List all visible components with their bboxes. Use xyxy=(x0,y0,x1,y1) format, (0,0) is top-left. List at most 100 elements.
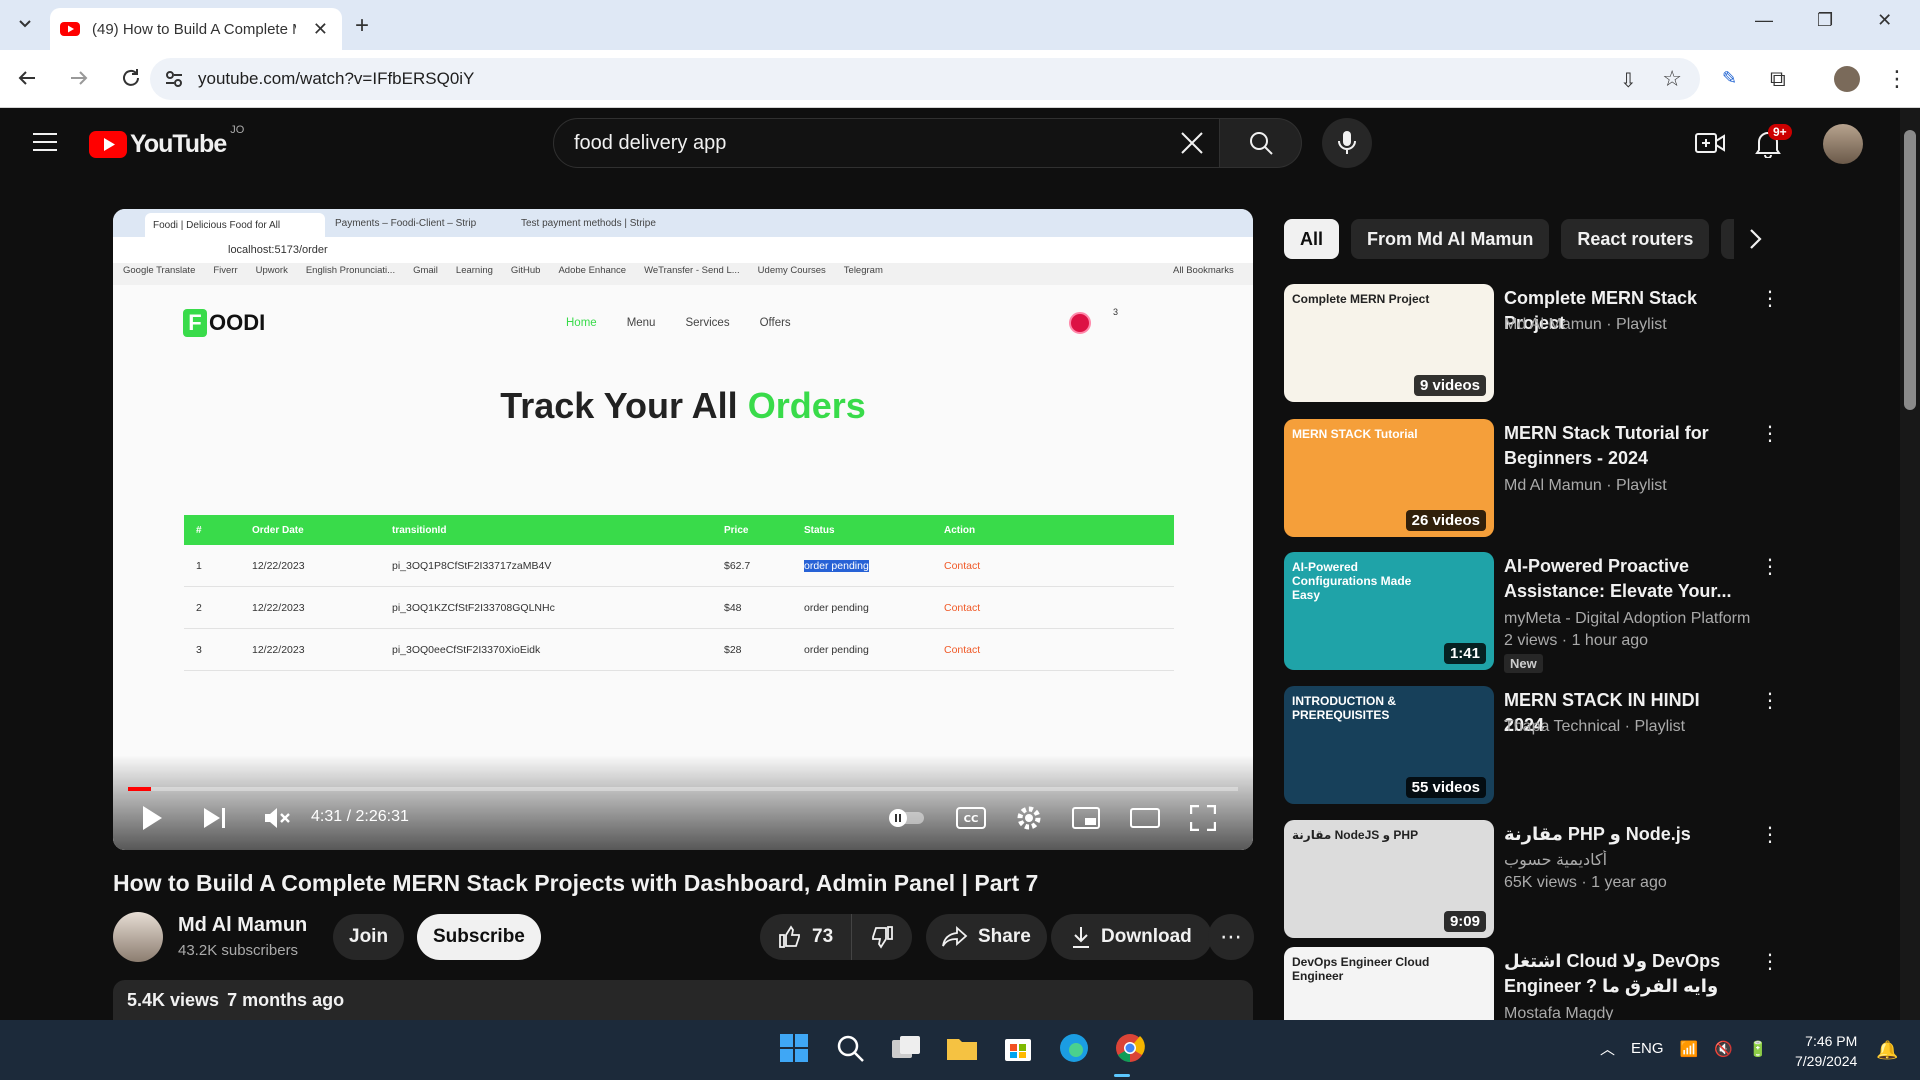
address-bar[interactable]: youtube.com/watch?v=IFfbERSQ0iY ☆ xyxy=(150,58,1700,100)
wifi-icon[interactable]: 📶 xyxy=(1680,1040,1699,1058)
recommendation-channel[interactable]: Md Al Mamun · Playlist xyxy=(1504,314,1764,336)
forward-icon[interactable] xyxy=(68,67,90,89)
recommendation-thumbnail[interactable]: AI-Powered Configurations Made Easy 1:41 xyxy=(1284,552,1494,670)
youtube-logo[interactable]: YouTube JO xyxy=(89,124,244,159)
bookmark-star-icon[interactable]: ☆ xyxy=(1662,66,1682,92)
taskbar-search-icon[interactable] xyxy=(832,1030,868,1066)
chrome-browser-icon[interactable] xyxy=(1112,1030,1148,1066)
recommendation-item[interactable]: DevOps Engineer Cloud Engineer اشتغل Clou… xyxy=(1284,947,1774,1020)
video-player[interactable]: Foodi | Delicious Food for All Payments … xyxy=(113,209,1253,850)
more-actions-button[interactable]: ⋯ xyxy=(1208,914,1254,960)
chip-more[interactable]: Ap xyxy=(1721,219,1734,259)
recommendation-channel[interactable]: Mostafa Magdy xyxy=(1504,1003,1764,1020)
autoplay-toggle-icon[interactable] xyxy=(888,808,926,828)
chip-from-channel[interactable]: From Md Al Mamun xyxy=(1351,219,1550,259)
clear-search-icon[interactable] xyxy=(1179,130,1205,156)
more-vertical-icon[interactable]: ⋮ xyxy=(1760,822,1774,847)
tab-close-icon[interactable]: ✕ xyxy=(313,19,328,40)
pen-icon[interactable]: ✎ xyxy=(1722,68,1737,89)
more-vertical-icon[interactable]: ⋮ xyxy=(1760,688,1774,713)
chips-next-button[interactable] xyxy=(1748,228,1762,250)
fullscreen-icon[interactable] xyxy=(1190,805,1216,831)
recommendation-item[interactable]: Complete MERN Project 9 videos Complete ME… xyxy=(1284,284,1774,412)
join-button[interactable]: Join xyxy=(333,914,405,960)
profile-avatar[interactable] xyxy=(1834,66,1860,92)
voice-search-button[interactable] xyxy=(1322,118,1372,168)
recommendation-item[interactable]: AI-Powered Configurations Made Easy 1:41 A… xyxy=(1284,552,1774,680)
chip-all[interactable]: All xyxy=(1284,219,1340,259)
install-app-icon[interactable]: ⇩ xyxy=(1620,68,1637,93)
task-view-icon[interactable] xyxy=(888,1030,924,1066)
mute-button[interactable] xyxy=(263,806,291,830)
recommendation-item[interactable]: INTRODUCTION & PREREQUISITES 55 videos MER… xyxy=(1284,686,1774,814)
description-box[interactable]: 5.4K views 7 months ago xyxy=(113,980,1253,1020)
edge-browser-icon[interactable] xyxy=(1056,1030,1092,1066)
recommendation-title[interactable]: AI-Powered Proactive Assistance: Elevate… xyxy=(1504,554,1744,604)
search-button[interactable] xyxy=(1220,118,1302,168)
subscribe-button[interactable]: Subscribe xyxy=(417,914,541,960)
create-button[interactable] xyxy=(1695,131,1725,155)
recommendation-item[interactable]: مقارنة NodeJS و PHP 9:09 مقارنة PHP و Node… xyxy=(1284,820,1774,948)
guide-menu-button[interactable] xyxy=(33,132,57,152)
recommendation-thumbnail[interactable]: مقارنة NodeJS و PHP 9:09 xyxy=(1284,820,1494,938)
tray-overflow-icon[interactable]: ︿ xyxy=(1600,1038,1615,1059)
battery-icon[interactable]: 🔋 xyxy=(1749,1040,1768,1058)
account-avatar[interactable] xyxy=(1823,124,1863,164)
download-button[interactable]: Download xyxy=(1051,914,1212,960)
speaker-muted-icon[interactable]: 🔇 xyxy=(1714,1040,1733,1058)
channel-name[interactable]: Md Al Mamun xyxy=(178,914,307,937)
play-button[interactable] xyxy=(141,805,163,831)
more-vertical-icon[interactable]: ⋮ xyxy=(1760,949,1774,974)
recommendation-thumbnail[interactable]: Complete MERN Project 9 videos xyxy=(1284,284,1494,402)
restore-icon[interactable]: ❐ xyxy=(1817,10,1833,31)
recommendation-thumbnail[interactable]: INTRODUCTION & PREREQUISITES 55 videos xyxy=(1284,686,1494,804)
recommendation-item[interactable]: MERN STACK Tutorial 26 videos MERN Stack T… xyxy=(1284,419,1774,547)
search-box[interactable]: food delivery app xyxy=(553,118,1220,168)
minimize-icon[interactable]: — xyxy=(1755,10,1773,31)
recommendation-channel[interactable]: Md Al Mamun · Playlist xyxy=(1504,475,1764,497)
miniplayer-icon[interactable] xyxy=(1072,807,1100,829)
like-button[interactable]: 73 xyxy=(760,914,853,960)
theater-mode-icon[interactable] xyxy=(1130,808,1160,828)
windows-start-icon[interactable] xyxy=(776,1030,812,1066)
recommendation-channel[interactable]: myMeta - Digital Adoption Platform xyxy=(1504,608,1764,630)
site-info-icon[interactable] xyxy=(164,69,184,89)
microsoft-store-icon[interactable] xyxy=(1000,1030,1036,1066)
recommendation-thumbnail[interactable]: MERN STACK Tutorial 26 videos xyxy=(1284,419,1494,537)
recommendation-title[interactable]: مقارنة PHP و Node.js xyxy=(1504,822,1744,847)
more-vertical-icon[interactable]: ⋮ xyxy=(1760,554,1774,579)
contact-link[interactable]: Contact xyxy=(944,560,980,572)
file-explorer-icon[interactable] xyxy=(944,1030,980,1066)
contact-link[interactable]: Contact xyxy=(944,644,980,656)
more-vertical-icon[interactable]: ⋮ xyxy=(1760,421,1774,446)
tab-search-button[interactable] xyxy=(14,12,36,34)
recommendation-channel[interactable]: أكاديمية حسوب xyxy=(1504,850,1764,872)
dislike-button[interactable] xyxy=(852,914,912,960)
search-input[interactable]: food delivery app xyxy=(574,132,1179,155)
close-window-icon[interactable]: ✕ xyxy=(1877,10,1892,31)
captions-icon[interactable]: CC xyxy=(956,807,986,829)
channel-avatar[interactable] xyxy=(113,912,163,962)
reload-icon[interactable] xyxy=(120,67,142,89)
recommendation-channel[interactable]: Thapa Technical · Playlist xyxy=(1504,716,1764,738)
language-indicator[interactable]: ENG xyxy=(1631,1040,1664,1057)
contact-link[interactable]: Contact xyxy=(944,602,980,614)
notification-center-icon[interactable]: 🔔 xyxy=(1876,1040,1898,1061)
recommendation-thumbnail[interactable]: DevOps Engineer Cloud Engineer xyxy=(1284,947,1494,1020)
new-tab-button[interactable]: + xyxy=(355,12,369,40)
browser-menu-icon[interactable]: ⋮ xyxy=(1886,66,1908,92)
chip-react-routers[interactable]: React routers xyxy=(1561,219,1710,259)
more-vertical-icon[interactable]: ⋮ xyxy=(1760,286,1774,311)
browser-tab-active[interactable]: (49) How to Build A Complete MERN ✕ xyxy=(50,8,342,50)
back-icon[interactable] xyxy=(16,67,38,89)
taskbar-apps xyxy=(776,1030,1148,1066)
page-scrollbar-thumb[interactable] xyxy=(1904,130,1916,410)
next-button[interactable] xyxy=(203,807,227,829)
share-button[interactable]: Share xyxy=(926,914,1047,960)
extensions-icon[interactable]: ⧉ xyxy=(1770,66,1786,92)
clock[interactable]: 7:46 PM 7/29/2024 xyxy=(1795,1031,1857,1071)
recommendation-title[interactable]: MERN Stack Tutorial for Beginners - 2024 xyxy=(1504,421,1744,471)
progress-bar[interactable] xyxy=(128,787,1238,791)
recommendation-title[interactable]: اشتغل Cloud ولا DevOps Engineer ? وايه ا… xyxy=(1504,949,1744,1001)
settings-gear-icon[interactable] xyxy=(1016,805,1042,831)
